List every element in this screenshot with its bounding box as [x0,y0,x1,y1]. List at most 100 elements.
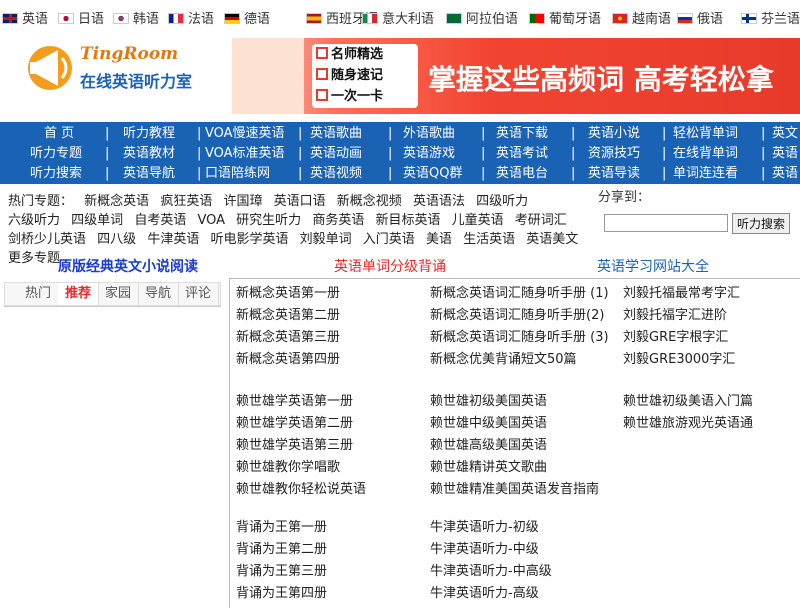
nav-link[interactable]: 英语 [772,164,798,184]
hot-topic-link[interactable]: 英语口语 [274,194,326,209]
nav-link[interactable]: 英语下载 [496,124,548,144]
language-link-de[interactable]: 德语 [224,8,270,27]
content-link[interactable]: 赖世雄初级美国英语 [430,393,547,411]
tab-2[interactable]: 家园 [98,283,139,305]
nav-link[interactable]: 听力教程 [123,124,175,144]
search-button[interactable]: 听力搜索 [732,213,790,234]
hot-topic-link[interactable]: 美语 [426,232,452,247]
nav-link[interactable]: 在线背单词 [673,144,738,164]
nav-link[interactable]: 资源技巧 [588,144,640,164]
content-link[interactable]: 新概念英语第三册 [236,329,340,347]
content-link[interactable]: 赖世雄学英语第三册 [236,437,353,455]
hot-topic-link[interactable]: 听电影学英语 [210,232,288,247]
nav-link[interactable]: 轻松背单词 [673,124,738,144]
content-link[interactable]: 刘毅托福字汇进阶 [623,307,727,325]
hot-topic-link[interactable]: 研究生听力 [236,213,301,228]
tab-1[interactable]: 推荐 [58,283,99,305]
hot-topic-link[interactable]: 四八级 [97,232,136,247]
content-link[interactable]: 牛津英语听力-高级 [430,585,539,603]
nav-link[interactable]: 英语小说 [588,124,640,144]
ad-banner[interactable]: 名师精选 随身速记 一次一卡 掌握这些高频词 高考轻松拿 [232,38,800,114]
hot-topic-link[interactable]: 入门英语 [363,232,415,247]
nav-link[interactable]: 英语教材 [123,144,175,164]
hot-topic-link[interactable]: 更多专题 [8,251,60,266]
hot-topic-link[interactable]: 考研词汇 [515,213,567,228]
nav-link[interactable]: 口语陪练网 [205,164,270,184]
search-input[interactable] [604,214,728,232]
hot-topic-link[interactable]: 英语美文 [526,232,578,247]
content-link[interactable]: 赖世雄学英语第二册 [236,415,353,433]
content-link[interactable]: 赖世雄精准美国英语发音指南 [430,481,599,499]
language-link-it[interactable]: 意大利语 [362,8,434,27]
hot-topic-link[interactable]: 新目标英语 [375,213,440,228]
nav-link[interactable]: 英文 [772,124,798,144]
language-link-pt[interactable]: 葡萄牙语 [529,8,601,27]
content-link[interactable]: 刘毅托福最常考字汇 [623,285,740,303]
nav-link[interactable]: VOA标准英语 [205,144,285,164]
content-link[interactable]: 赖世雄高级美国英语 [430,437,547,455]
nav-link[interactable]: 英语导读 [588,164,640,184]
section-title-novels[interactable]: 原版经典英文小说阅读 [58,256,198,276]
nav-link[interactable]: 英语视频 [310,164,362,184]
nav-link[interactable]: 英语考试 [496,144,548,164]
content-link[interactable]: 新概念英语第二册 [236,307,340,325]
content-link[interactable]: 赖世雄中级美国英语 [430,415,547,433]
content-link[interactable]: 新概念英语第一册 [236,285,340,303]
content-link[interactable]: 刘毅GRE字根字汇 [623,329,728,347]
hot-topic-link[interactable]: 六级听力 [8,213,60,228]
content-link[interactable]: 背诵为王第一册 [236,519,327,537]
content-link[interactable]: 新概念优美背诵短文50篇 [430,351,577,369]
content-link[interactable]: 赖世雄旅游观光英语通 [623,415,753,433]
hot-topic-link[interactable]: 四级单词 [71,213,123,228]
nav-link[interactable]: 英语QQ群 [403,164,462,184]
hot-topic-link[interactable]: 牛津英语 [147,232,199,247]
content-link[interactable]: 背诵为王第四册 [236,585,327,603]
hot-topic-link[interactable]: 四级听力 [476,194,528,209]
language-link-sa[interactable]: 阿拉伯语 [446,8,518,27]
tab-3[interactable]: 导航 [138,283,179,305]
nav-link[interactable]: 英语导航 [123,164,175,184]
hot-topic-link[interactable]: 儿童英语 [452,213,504,228]
language-link-uk[interactable]: 英语 [2,8,48,27]
hot-topic-link[interactable]: 新概念视频 [337,194,402,209]
nav-link[interactable]: 听力专题 [30,144,82,164]
site-logo[interactable]: TingRoom 在线英语听力室 [22,38,202,98]
hot-topic-link[interactable]: 刘毅单词 [300,232,352,247]
hot-topic-link[interactable]: 生活英语 [463,232,515,247]
hot-topic-link[interactable]: 新概念英语 [84,194,149,209]
content-link[interactable]: 新概念英语词汇随身听手册(2) [430,307,604,325]
nav-link[interactable]: 英语歌曲 [310,124,362,144]
content-link[interactable]: 牛津英语听力-中高级 [430,563,552,581]
content-link[interactable]: 赖世雄教你轻松说英语 [236,481,366,499]
nav-link[interactable]: 英语电台 [496,164,548,184]
nav-link[interactable]: 单词连连看 [673,164,738,184]
content-link[interactable]: 赖世雄学英语第一册 [236,393,353,411]
content-link[interactable]: 赖世雄精讲英文歌曲 [430,459,547,477]
nav-link[interactable]: 英语动画 [310,144,362,164]
hot-topic-link[interactable]: VOA [197,213,225,228]
tab-4[interactable]: 评论 [178,283,219,305]
hot-topic-link[interactable]: 商务英语 [312,213,364,228]
content-link[interactable]: 背诵为王第二册 [236,541,327,559]
content-link[interactable]: 新概念英语词汇随身听手册 (1) [430,285,609,303]
nav-link[interactable]: 首 页 [44,124,74,144]
content-link[interactable]: 牛津英语听力-中级 [430,541,539,559]
hot-topic-link[interactable]: 自考英语 [134,213,186,228]
hot-topic-link[interactable]: 剑桥少儿英语 [8,232,86,247]
language-link-kr[interactable]: 韩语 [113,8,159,27]
content-link[interactable]: 赖世雄教你学唱歌 [236,459,340,477]
content-link[interactable]: 新概念英语词汇随身听手册 (3) [430,329,609,347]
hot-topic-link[interactable]: 英语语法 [413,194,465,209]
hot-topic-link[interactable]: 许国璋 [223,194,262,209]
language-link-ru[interactable]: 俄语 [677,8,723,27]
content-link[interactable]: 牛津英语听力-初级 [430,519,539,537]
content-link[interactable]: 背诵为王第三册 [236,563,327,581]
nav-link[interactable]: 英语游戏 [403,144,455,164]
nav-link[interactable]: VOA慢速英语 [205,124,285,144]
nav-link[interactable]: 外语歌曲 [403,124,455,144]
content-link[interactable]: 刘毅GRE3000字汇 [623,351,735,369]
content-link[interactable]: 赖世雄初级美语入门篇 [623,393,753,411]
language-link-vn[interactable]: 越南语 [612,8,671,27]
language-link-fr[interactable]: 法语 [168,8,214,27]
tab-0[interactable]: 热门 [18,283,59,305]
